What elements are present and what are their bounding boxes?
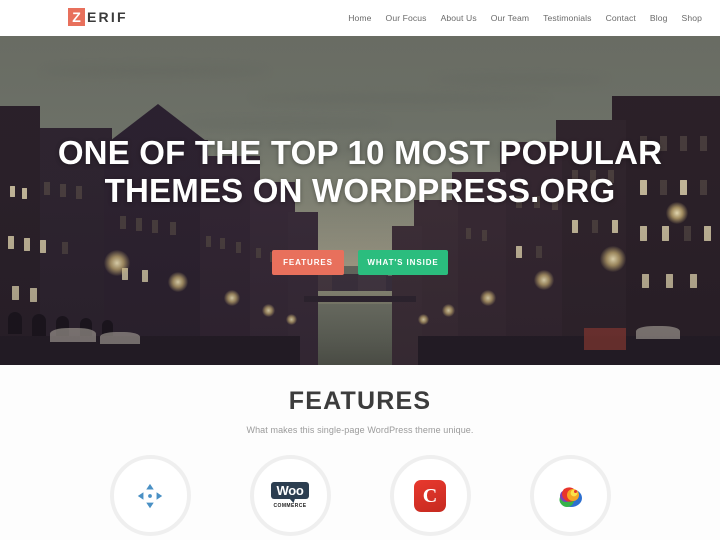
nav-item-home[interactable]: Home (348, 13, 371, 23)
feature-circle (529, 455, 611, 536)
woocommerce-logo-icon: Woo COMMERCE (270, 482, 310, 509)
feature-item-woocommerce[interactable]: Woo COMMERCE (249, 455, 331, 536)
features-heading: FEATURES (288, 387, 432, 415)
main-navigation: Home Our Focus About Us Our Team Testimo… (348, 0, 702, 36)
c-badge-icon: C (414, 479, 446, 512)
move-arrows-icon (137, 483, 163, 508)
feature-item-responsive[interactable] (109, 455, 191, 536)
feature-circle (109, 455, 191, 536)
site-logo[interactable]: Z ERIF (68, 8, 128, 26)
hero-button-group: FEATURES WHAT'S INSIDE (272, 250, 448, 275)
nav-item-testimonials[interactable]: Testimonials (543, 13, 591, 23)
nav-item-our-team[interactable]: Our Team (491, 13, 529, 23)
nav-item-shop[interactable]: Shop (682, 13, 702, 23)
features-section: FEATURES What makes this single-page Wor… (0, 365, 720, 540)
hero-headline: ONE OF THE TOP 10 MOST POPULAR THEMES ON… (57, 134, 663, 209)
features-subtitle: What makes this single-page WordPress th… (246, 425, 474, 435)
whats-inside-button[interactable]: WHAT'S INSIDE (358, 250, 448, 275)
hero-section: ONE OF THE TOP 10 MOST POPULAR THEMES ON… (0, 36, 720, 365)
features-button[interactable]: FEATURES (272, 250, 344, 275)
woo-wordmark: Woo (271, 482, 309, 499)
nav-item-our-focus[interactable]: Our Focus (386, 13, 427, 23)
nav-item-about-us[interactable]: About Us (441, 13, 477, 23)
nav-item-blog[interactable]: Blog (650, 13, 668, 23)
logo-text: ERIF (87, 9, 128, 25)
feature-circle: Woo COMMERCE (249, 455, 331, 536)
feature-icon-row: Woo COMMERCE C (0, 455, 720, 536)
colorful-parrot-icon (559, 486, 582, 507)
nav-item-contact[interactable]: Contact (606, 13, 636, 23)
commerce-wordmark: COMMERCE (273, 503, 307, 509)
site-header: Z ERIF Home Our Focus About Us Our Team … (0, 0, 720, 36)
page-root: Z ERIF Home Our Focus About Us Our Team … (0, 0, 720, 540)
hero-content: ONE OF THE TOP 10 MOST POPULAR THEMES ON… (0, 36, 720, 365)
feature-item-parrot[interactable] (529, 455, 611, 536)
feature-circle: C (389, 455, 471, 536)
feature-item-c-badge[interactable]: C (389, 455, 471, 536)
logo-accent-letter: Z (68, 8, 85, 26)
